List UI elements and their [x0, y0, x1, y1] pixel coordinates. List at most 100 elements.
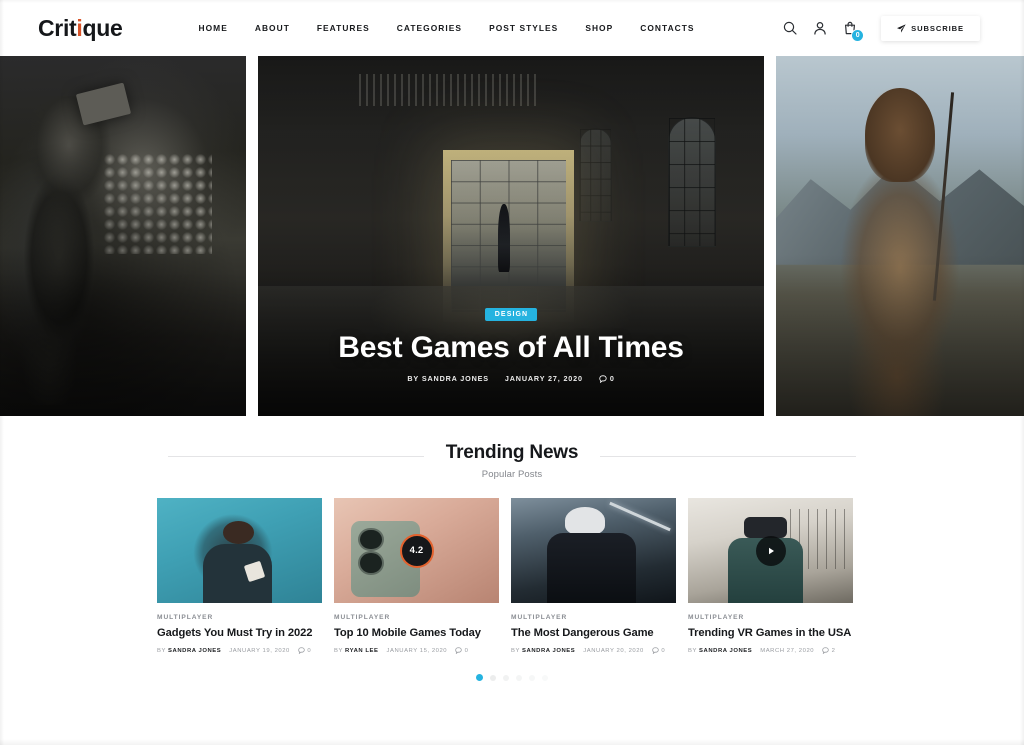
pagination-dot[interactable]	[503, 674, 509, 681]
hero-meta: BY SANDRA JONES JANUARY 27, 2020 0	[258, 374, 764, 383]
hero-slide-active[interactable]: DESIGN Best Games of All Times BY SANDRA…	[258, 56, 764, 416]
card-thumbnail[interactable]	[511, 498, 676, 603]
hero-slide-next[interactable]	[776, 56, 1024, 416]
nav-item-about[interactable]: ABOUT	[255, 23, 290, 33]
silhouette-person	[498, 203, 511, 272]
hammer-prop	[75, 82, 132, 127]
pagination-dot[interactable]	[490, 674, 496, 681]
stage-light-grid	[103, 153, 212, 254]
card-category[interactable]: MULTIPLAYER	[511, 614, 676, 621]
card-rating-badge: 4.2	[399, 533, 434, 568]
card-thumbnail[interactable]	[157, 498, 322, 603]
staff-prop	[933, 92, 955, 301]
section-subtitle: Popular Posts	[481, 469, 543, 480]
card-thumbnail[interactable]	[688, 498, 853, 603]
thumb-camera-lens	[360, 552, 382, 573]
card-meta: BY SANDRA JONES MARCH 27, 2020 2	[688, 647, 853, 654]
thumb-person-head	[223, 521, 255, 545]
nav-item-shop[interactable]: SHOP	[585, 23, 613, 33]
card-title[interactable]: Trending VR Games in the USA	[688, 626, 853, 640]
comment-bubble-icon	[652, 647, 659, 654]
pagination-dot[interactable]	[529, 674, 535, 681]
logo-text-part-1: Crit	[38, 14, 77, 41]
hero-caption: DESIGN Best Games of All Times BY SANDRA…	[258, 303, 764, 383]
warehouse-window-right	[667, 117, 716, 247]
doorway-glass	[450, 159, 567, 312]
card-category[interactable]: MULTIPLAYER	[334, 614, 499, 621]
warehouse-window-mid	[579, 128, 613, 222]
doorway-panes	[450, 159, 567, 312]
hero-slide-next-image	[776, 56, 1024, 416]
woman-figure	[820, 81, 980, 416]
card-category[interactable]: MULTIPLAYER	[688, 614, 853, 621]
pagination-dot[interactable]	[516, 674, 522, 681]
shopping-bag-icon[interactable]: 0	[835, 13, 865, 43]
nav-item-home[interactable]: HOME	[199, 23, 228, 33]
card-meta: BY RYAN LEE JANUARY 15, 2020 0	[334, 647, 499, 654]
section-header: Trending News Popular Posts	[168, 442, 856, 480]
header-actions: 0 SUBSCRIBE	[775, 0, 1024, 56]
card-title[interactable]: Top 10 Mobile Games Today	[334, 626, 499, 640]
nav-item-categories[interactable]: CATEGORIES	[397, 23, 462, 33]
card-title[interactable]: The Most Dangerous Game	[511, 626, 676, 640]
thumb-camera-lens	[360, 529, 382, 550]
trending-news-section: Trending News Popular Posts MULTIPLAYER …	[0, 416, 1024, 705]
card-comment-count: 2	[822, 647, 835, 654]
thumb-vr-headset	[744, 516, 787, 538]
section-title: Trending News	[423, 442, 601, 464]
trending-card[interactable]: MULTIPLAYER The Most Dangerous Game BY S…	[511, 498, 676, 654]
hero-category-badge[interactable]: DESIGN	[484, 308, 538, 321]
subscribe-label: SUBSCRIBE	[911, 23, 964, 33]
hero-title[interactable]: Best Games of All Times	[258, 331, 764, 364]
carousel-pagination	[0, 674, 1024, 705]
ceiling-rafters	[359, 74, 542, 107]
logo-text-part-2: que	[82, 14, 123, 41]
card-meta: BY SANDRA JONES JANUARY 20, 2020 0	[511, 647, 676, 654]
card-date: MARCH 27, 2020	[760, 647, 815, 654]
card-comment-count: 0	[298, 647, 311, 654]
main-navigation: HOME ABOUT FEATURES CATEGORIES POST STYL…	[199, 23, 695, 33]
hero-slider: DESIGN Best Games of All Times BY SANDRA…	[0, 56, 1024, 416]
hero-author: BY SANDRA JONES	[407, 374, 489, 383]
hero-slide-previous-image	[0, 56, 246, 416]
card-category[interactable]: MULTIPLAYER	[157, 614, 322, 621]
site-logo[interactable]: Critique	[38, 15, 123, 42]
nav-item-features[interactable]: FEATURES	[317, 23, 370, 33]
card-date: JANUARY 15, 2020	[386, 647, 448, 654]
mountain-range	[776, 164, 1024, 265]
comment-bubble-icon	[298, 647, 305, 654]
hero-slide-previous[interactable]	[0, 56, 246, 416]
nav-item-contacts[interactable]: CONTACTS	[640, 23, 694, 33]
window-mullions	[668, 118, 715, 246]
card-author: BY SANDRA JONES	[688, 647, 753, 654]
nav-item-post-styles[interactable]: POST STYLES	[489, 23, 558, 33]
subscribe-button[interactable]: SUBSCRIBE	[881, 15, 980, 41]
pagination-dot[interactable]	[542, 674, 548, 681]
search-icon[interactable]	[775, 13, 805, 43]
card-date: JANUARY 20, 2020	[583, 647, 644, 654]
page-edge-bottom	[0, 739, 1024, 745]
card-author: BY RYAN LEE	[334, 647, 379, 654]
card-comment-count: 0	[652, 647, 665, 654]
pagination-dot-active[interactable]	[476, 674, 483, 681]
window-mullions	[580, 129, 612, 221]
trending-card[interactable]: MULTIPLAYER Trending VR Games in the USA…	[688, 498, 853, 654]
hero-date: JANUARY 27, 2020	[504, 374, 583, 383]
trending-card[interactable]: 4.2 MULTIPLAYER Top 10 Mobile Games Toda…	[334, 498, 499, 654]
card-thumbnail[interactable]: 4.2	[334, 498, 499, 603]
cart-count-badge: 0	[851, 29, 865, 42]
page-root: Critique HOME ABOUT FEATURES CATEGORIES …	[0, 0, 1024, 745]
thumb-character-coat	[547, 532, 637, 603]
lit-doorway	[442, 149, 575, 323]
video-play-button[interactable]	[755, 535, 786, 566]
user-icon[interactable]	[805, 13, 835, 43]
card-title[interactable]: Gadgets You Must Try in 2022	[157, 626, 322, 640]
trending-card[interactable]: MULTIPLAYER Gadgets You Must Try in 2022…	[157, 498, 322, 654]
header-left: Critique HOME ABOUT FEATURES CATEGORIES …	[0, 15, 695, 42]
woman-hair	[865, 88, 935, 182]
card-meta: BY SANDRA JONES JANUARY 19, 2020 0	[157, 647, 322, 654]
warrior-figure	[4, 95, 128, 406]
thumb-sword-blade	[608, 501, 671, 532]
site-header: Critique HOME ABOUT FEATURES CATEGORIES …	[0, 0, 1024, 56]
comment-bubble-icon	[822, 647, 829, 654]
